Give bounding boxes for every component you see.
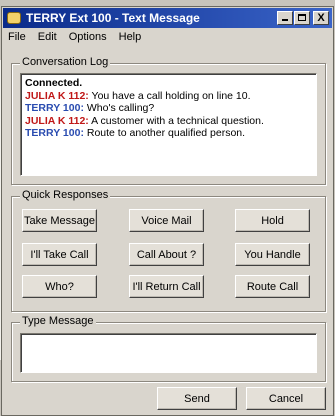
menu-bar: File Edit Options Help xyxy=(8,31,141,43)
cancel-button[interactable]: Cancel xyxy=(246,387,326,410)
log-line: TERRY 100: Route to another qualified pe… xyxy=(25,127,312,140)
menu-file[interactable]: File xyxy=(8,31,26,43)
route-call-button[interactable]: Route Call xyxy=(235,275,310,298)
minimize-icon[interactable] xyxy=(277,11,293,25)
quick-responses-group: Quick Responses Take Message Voice Mail … xyxy=(11,189,326,312)
text-message-window: TERRY Ext 100 - Text Message X File Edit… xyxy=(1,6,334,416)
send-button[interactable]: Send xyxy=(157,387,237,410)
ill-take-call-button[interactable]: I'll Take Call xyxy=(22,243,97,266)
who-button[interactable]: Who? xyxy=(22,275,97,298)
call-about-button[interactable]: Call About ? xyxy=(129,243,204,266)
quick-responses-label: Quick Responses xyxy=(20,189,111,201)
log-speaker: JULIA K 112: xyxy=(25,114,89,127)
log-line: Connected. xyxy=(25,77,312,90)
voice-mail-button[interactable]: Voice Mail xyxy=(129,209,204,232)
log-speaker: JULIA K 112: xyxy=(25,89,89,102)
conversation-log-label: Conversation Log xyxy=(20,56,111,68)
you-handle-button[interactable]: You Handle xyxy=(235,243,310,266)
chat-bubble-icon xyxy=(7,12,21,24)
ill-return-call-button[interactable]: I'll Return Call xyxy=(129,275,204,298)
menu-options[interactable]: Options xyxy=(69,31,107,43)
take-message-button[interactable]: Take Message xyxy=(22,209,97,232)
log-text: Route to another qualified person. xyxy=(83,127,246,139)
title-bar[interactable]: TERRY Ext 100 - Text Message X xyxy=(3,8,332,28)
log-line: TERRY 100: Who's calling? xyxy=(25,102,312,115)
menu-edit[interactable]: Edit xyxy=(38,31,57,43)
window-controls: X xyxy=(277,11,329,25)
log-status: Connected. xyxy=(25,77,83,89)
log-line: JULIA K 112: You have a call holding on … xyxy=(25,90,312,103)
type-message-label: Type Message xyxy=(20,315,96,327)
type-message-group: Type Message xyxy=(11,315,326,382)
type-message-input[interactable] xyxy=(20,333,317,373)
close-icon[interactable]: X xyxy=(313,11,329,25)
log-text: Who's calling? xyxy=(83,102,155,114)
conversation-log[interactable]: Connected. JULIA K 112: You have a call … xyxy=(20,73,317,176)
conversation-log-group: Conversation Log Connected. JULIA K 112:… xyxy=(11,56,326,185)
log-text: A customer with a technical question. xyxy=(88,114,264,127)
log-text: You have a call holding on line 10. xyxy=(88,89,251,102)
menu-help[interactable]: Help xyxy=(119,31,142,43)
log-speaker: TERRY 100: xyxy=(25,127,84,139)
log-speaker: TERRY 100: xyxy=(25,102,84,114)
maximize-icon[interactable] xyxy=(294,11,310,25)
hold-button[interactable]: Hold xyxy=(235,209,310,232)
log-line: JULIA K 112: A customer with a technical… xyxy=(25,115,312,128)
window-title: TERRY Ext 100 - Text Message xyxy=(26,11,200,25)
